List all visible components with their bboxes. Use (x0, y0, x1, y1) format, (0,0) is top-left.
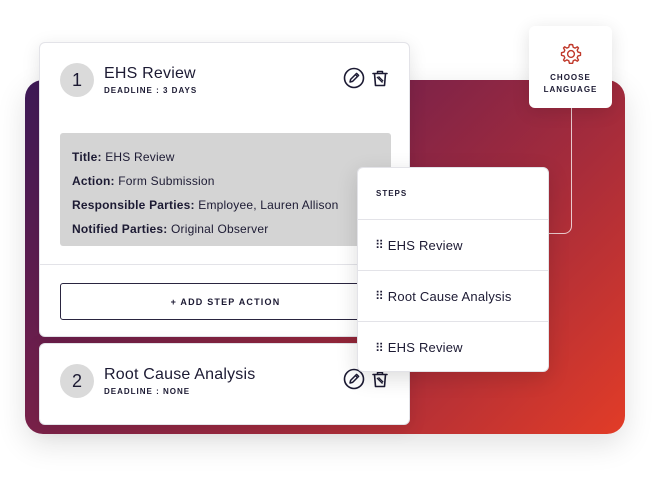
steps-list-item-label: EHS Review (387, 237, 463, 253)
choose-language-label: CHOOSE LANGUAGE (544, 72, 598, 96)
step-actions (343, 67, 391, 89)
steps-list-item-label: Root Cause Analysis (387, 288, 512, 304)
detail-title-value: EHS Review (105, 150, 175, 164)
step-deadline: DEADLINE : 3 DAYS (104, 86, 198, 95)
step-heading: Root Cause Analysis DEADLINE : NONE (104, 366, 255, 396)
trash-icon (372, 70, 388, 87)
drag-handle-icon[interactable]: ⠿ (375, 238, 384, 252)
choose-language-button[interactable]: CHOOSE LANGUAGE (529, 26, 612, 108)
steps-panel: STEPS ⠿ EHS Review ⠿ Root Cause Analysis… (357, 167, 549, 372)
step-details: Title: EHS Review Action: Form Submissio… (60, 133, 391, 246)
step-card-2: 2 Root Cause Analysis DEADLINE : NONE (39, 343, 410, 425)
delete-button[interactable] (369, 67, 391, 89)
edit-icon (343, 67, 365, 89)
detail-notified-value: Original Observer (170, 222, 269, 236)
steps-list-item-label: EHS Review (387, 340, 463, 355)
steps-list-item[interactable]: ⠿ EHS Review (358, 322, 548, 371)
steps-list-item[interactable]: ⠿ Root Cause Analysis (358, 271, 548, 322)
step-header: 2 Root Cause Analysis DEADLINE : NONE (60, 364, 255, 398)
gear-icon (560, 43, 581, 64)
detail-responsible-label: Responsible Parties: (72, 198, 195, 212)
detail-responsible-row: Responsible Parties: Employee, Lauren Al… (72, 193, 391, 217)
drag-handle-icon[interactable]: ⠿ (375, 289, 384, 303)
card-divider (40, 264, 409, 265)
choose-language-label-line1: CHOOSE (550, 73, 591, 82)
step-card-1: 1 EHS Review DEADLINE : 3 DAYS Title: EH… (39, 42, 410, 337)
detail-notified-label: Notified Parties: (72, 222, 168, 236)
connector-line (548, 108, 572, 234)
step-title: EHS Review (104, 65, 196, 82)
add-step-action-button[interactable]: + ADD STEP ACTION (60, 283, 391, 320)
step-number-badge: 2 (60, 364, 94, 398)
steps-panel-header: STEPS (358, 168, 548, 220)
step-header: 1 EHS Review DEADLINE : 3 DAYS (60, 63, 197, 97)
edit-button[interactable] (343, 67, 365, 89)
detail-title-label: Title: (72, 150, 102, 164)
steps-list-item[interactable]: ⠿ EHS Review (358, 220, 548, 271)
detail-action-row: Action: Form Submission (72, 169, 391, 193)
step-number-badge: 1 (60, 63, 94, 97)
detail-notified-row: Notified Parties: Original Observer (72, 217, 391, 241)
detail-responsible-value: Employee, Lauren Allison (198, 198, 339, 212)
detail-title-row: Title: EHS Review (72, 145, 391, 169)
detail-action-value: Form Submission (118, 174, 215, 188)
detail-action-label: Action: (72, 174, 115, 188)
step-deadline: DEADLINE : NONE (104, 387, 191, 396)
drag-handle-icon[interactable]: ⠿ (375, 341, 384, 355)
choose-language-label-line2: LANGUAGE (543, 85, 598, 94)
step-title: Root Cause Analysis (104, 366, 256, 383)
step-heading: EHS Review DEADLINE : 3 DAYS (104, 65, 197, 95)
